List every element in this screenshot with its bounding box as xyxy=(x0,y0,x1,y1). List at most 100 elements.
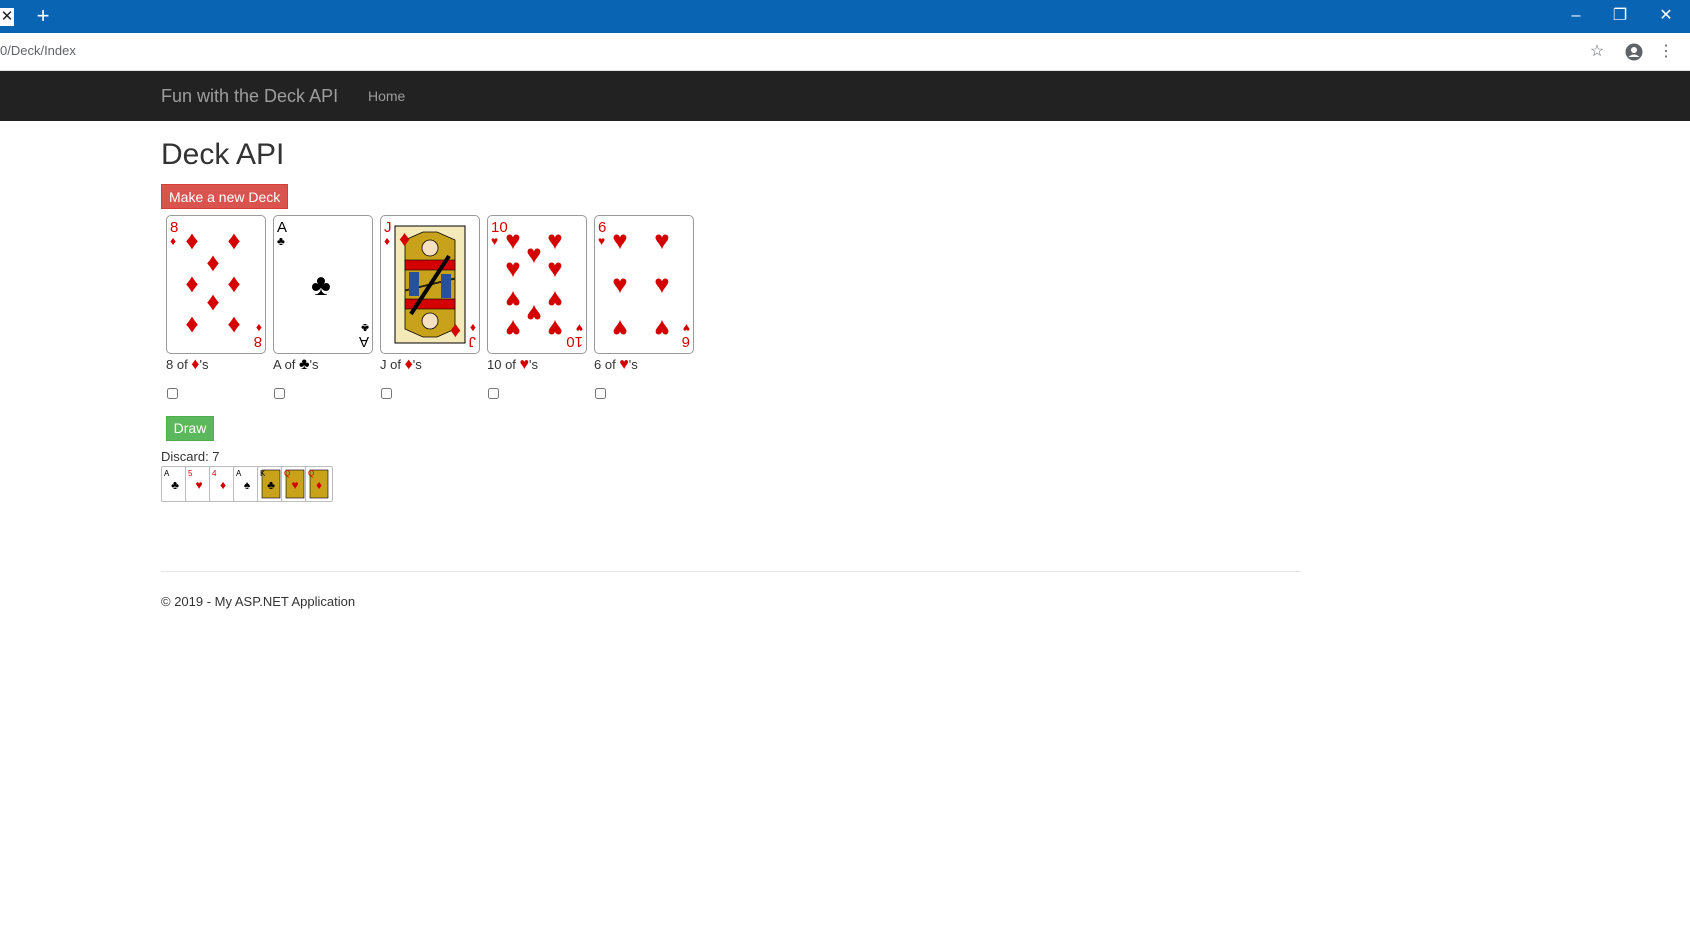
card-pip: ♦ xyxy=(185,225,198,255)
card-caption-suffix: 's xyxy=(529,357,539,372)
card-pip: ♦ xyxy=(185,311,198,341)
playing-card[interactable]: 8 ♦ 8 ♦ ♦ ♦ ♦ ♦ ♦ ♦ ♦ ♦ xyxy=(166,215,266,354)
discard-card-pip: ♦ xyxy=(220,478,226,492)
restore-icon[interactable]: ❐ xyxy=(1600,4,1640,28)
card-pip: ♥ xyxy=(526,299,541,329)
card-caption-suffix: 's xyxy=(628,357,638,372)
card-caption: 8 of ♦'s xyxy=(166,356,208,374)
card-caption-rank: 6 of xyxy=(594,357,620,372)
heart-icon: ♥ xyxy=(519,356,530,373)
club-icon: ♣ xyxy=(299,356,310,373)
card-pip: ♦ xyxy=(227,268,240,298)
close-icon[interactable]: ✕ xyxy=(1646,4,1686,28)
card-caption-suffix: 's xyxy=(309,357,319,372)
card-pip: ♥ xyxy=(547,225,562,255)
more-vert-icon[interactable]: ⋮ xyxy=(1654,40,1678,64)
discard-card-rank: A xyxy=(236,469,242,478)
card-caption: J of ♦'s xyxy=(380,356,422,374)
playing-card[interactable]: 6 ♥ 6 ♥ ♥ ♥ ♥ ♥ ♥ ♥ xyxy=(594,215,694,354)
card-caption-suffix: 's xyxy=(199,357,209,372)
discard-card-rank: Q xyxy=(284,469,290,478)
court-head-bottom xyxy=(421,312,439,330)
playing-card[interactable]: A ♣ A ♣ ♣ xyxy=(273,215,373,354)
card-face: A♣A♣♣ xyxy=(277,219,369,350)
draw-button[interactable]: Draw xyxy=(166,416,214,441)
discard-card[interactable]: Q ♦ xyxy=(305,466,333,502)
address-bar: 0/Deck/Index ☆ ⋮ xyxy=(0,33,1690,71)
card-select-checkbox[interactable] xyxy=(274,388,285,399)
plus-icon[interactable]: + xyxy=(32,4,54,28)
card-select-checkbox[interactable] xyxy=(381,388,392,399)
card-pip: ♥ xyxy=(547,253,562,283)
card-suit-index: ♦ xyxy=(170,234,176,248)
discard-card-rank: 5 xyxy=(188,469,193,478)
discard-card-pip: ♣ xyxy=(171,478,179,492)
card-face: 10♥10♥♥ ♥♥♥ ♥♥ ♥♥♥ ♥ xyxy=(491,219,583,350)
card-pip: ♥ xyxy=(654,225,669,255)
card-suit-index: ♥ xyxy=(598,234,605,248)
discard-card-rank: Q xyxy=(308,469,314,478)
url-field[interactable]: 0/Deck/Index xyxy=(0,43,76,58)
discard-card-rank: A xyxy=(164,469,170,478)
card-pip: ♥ xyxy=(547,285,562,315)
card-caption: 6 of ♥'s xyxy=(594,356,638,374)
card-face: 8♦8♦♦ ♦♦♦ ♦♦♦ ♦ xyxy=(170,219,262,350)
card-suit-index: ♣ xyxy=(361,321,369,335)
court-blue-panel xyxy=(441,274,451,298)
card-pip: ♦ xyxy=(206,289,219,319)
discard-card-pip: ♠ xyxy=(244,478,251,492)
close-icon[interactable]: ✕ xyxy=(0,8,14,26)
card-pip: ♦ xyxy=(399,226,410,251)
card-suit-index: ♦ xyxy=(384,234,390,248)
diamond-icon: ♦ xyxy=(404,356,413,373)
footer-text: © 2019 - My ASP.NET Application xyxy=(161,594,356,609)
card-select-checkbox[interactable] xyxy=(488,388,499,399)
discard-card-pip: ♦ xyxy=(316,478,322,492)
card-suit-index: ♣ xyxy=(277,234,285,248)
card-suit-index: ♦ xyxy=(256,321,262,335)
footer-divider xyxy=(161,571,1301,572)
card-pip: ♦ xyxy=(227,225,240,255)
card-pip: ♦ xyxy=(185,268,198,298)
heart-icon: ♥ xyxy=(619,356,629,373)
browser-tab-bar: ✕ + – ❐ ✕ xyxy=(0,0,1690,33)
card-pip: ♦ xyxy=(206,247,219,277)
card-pip: ♦ xyxy=(450,319,461,344)
discard-card-rank: 4 xyxy=(212,469,217,478)
card-select-checkbox[interactable] xyxy=(167,388,178,399)
account-icon[interactable] xyxy=(1622,40,1646,64)
card-pip: ♥ xyxy=(526,239,541,269)
discard-card-pip: ♣ xyxy=(267,478,275,492)
minimize-icon[interactable]: – xyxy=(1556,4,1596,28)
playing-card[interactable]: J ♦ J ♦ ♦ ♦ xyxy=(380,215,480,354)
court-head-top xyxy=(421,239,439,257)
brand-link[interactable]: Fun with the Deck API xyxy=(161,86,338,107)
discard-card-pip: ♥ xyxy=(291,478,298,492)
card-pip: ♥ xyxy=(612,269,627,299)
card-suit-index: ♦ xyxy=(470,321,476,335)
discard-count: Discard: 7 xyxy=(161,449,220,464)
card-pip: ♦ xyxy=(227,311,240,341)
court-red-band xyxy=(404,298,456,310)
card-suit-index: ♥ xyxy=(683,321,690,335)
card-select-checkbox[interactable] xyxy=(595,388,606,399)
card-caption-rank: J of xyxy=(380,357,405,372)
nav-link-home[interactable]: Home xyxy=(368,88,405,104)
discard-card-rank: K xyxy=(260,469,266,478)
card-pip: ♥ xyxy=(654,269,669,299)
card-caption-rank: 8 of xyxy=(166,357,192,372)
page-title: Deck API xyxy=(161,138,285,171)
star-icon[interactable]: ☆ xyxy=(1585,40,1609,64)
card-suit-index: ♥ xyxy=(576,321,583,335)
discard-pile: A ♣ 5 ♥ 4 ♦ A ♠ K ♣ Q ♥ Q ♦ xyxy=(161,466,341,502)
card-pip: ♥ xyxy=(505,253,520,283)
court-blue-panel xyxy=(409,272,419,296)
card-caption-suffix: 's xyxy=(412,357,422,372)
make-new-deck-button[interactable]: Make a new Deck xyxy=(161,184,289,209)
card-face: 6♥6♥♥ ♥♥ ♥♥ ♥ xyxy=(598,219,690,350)
playing-card[interactable]: 10 ♥ 10 ♥ ♥ ♥ ♥ ♥ ♥ ♥ ♥ ♥ ♥ ♥ xyxy=(487,215,587,354)
card-pip: ♥ xyxy=(505,285,520,315)
card-caption-rank: 10 of xyxy=(487,357,520,372)
card-pip: ♥ xyxy=(505,314,520,344)
card-suit-index: ♥ xyxy=(491,234,498,248)
